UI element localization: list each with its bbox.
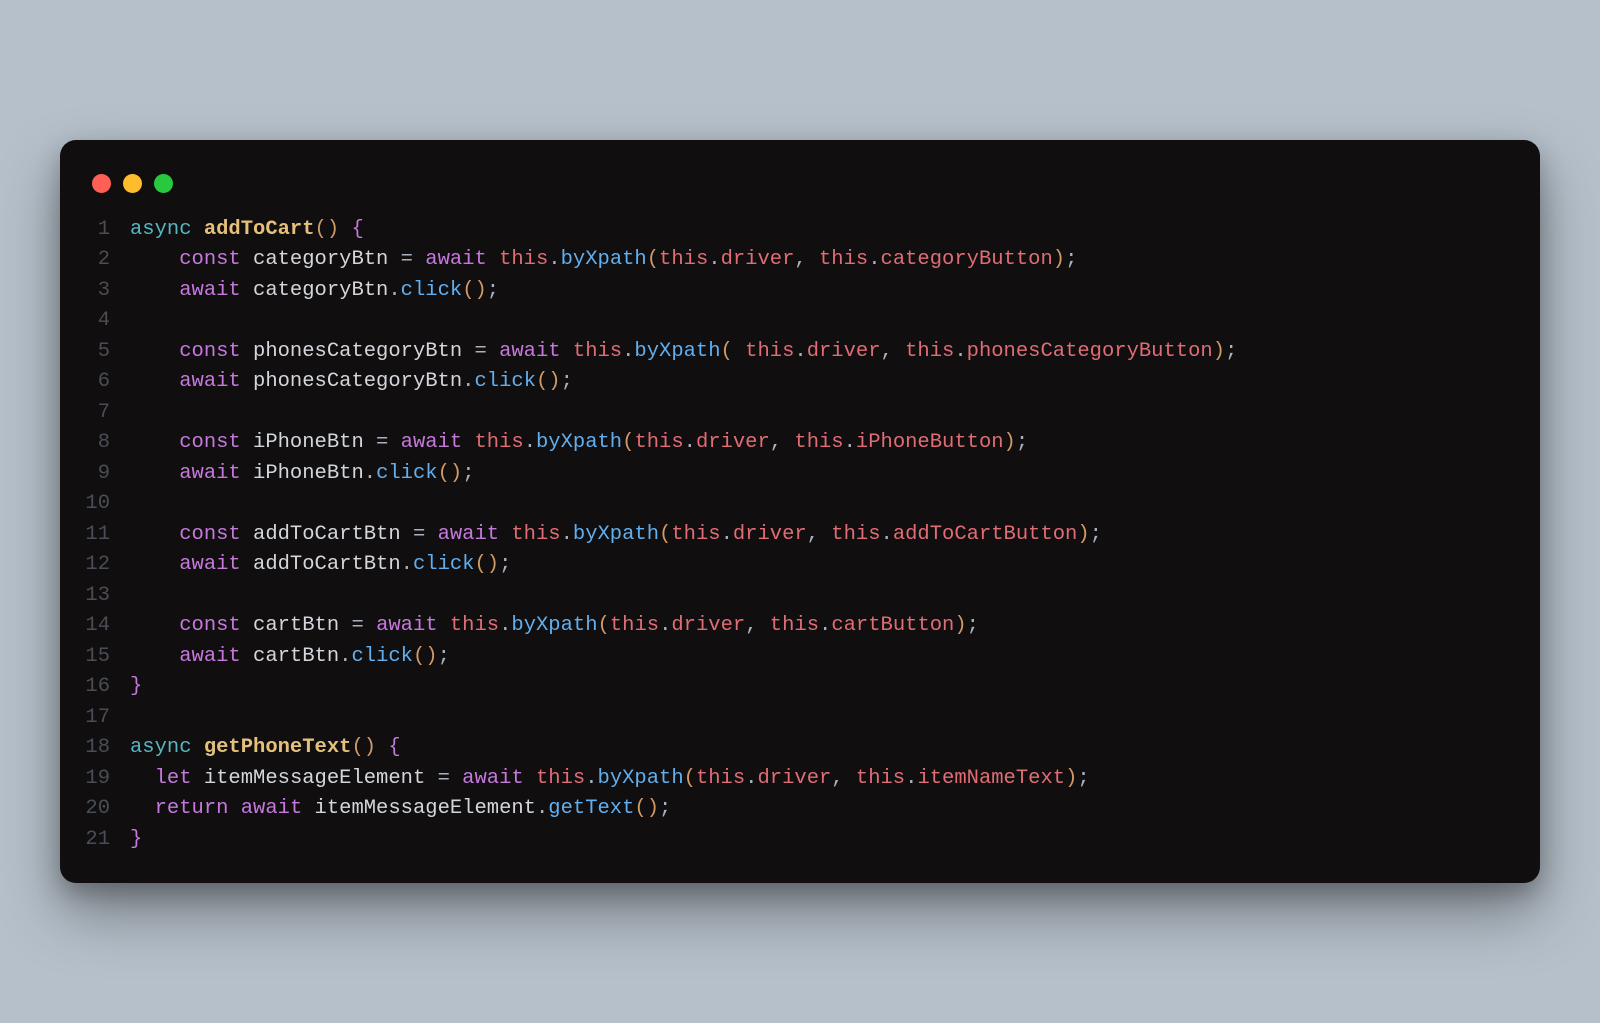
- code-line[interactable]: 13: [84, 581, 1516, 612]
- line-number: 18: [84, 733, 130, 764]
- line-number: 10: [84, 489, 130, 520]
- line-content[interactable]: await addToCartBtn.click();: [130, 550, 1516, 581]
- code-line[interactable]: 2 const categoryBtn = await this.byXpath…: [84, 245, 1516, 276]
- window-controls: [84, 170, 1516, 215]
- code-line[interactable]: 14 const cartBtn = await this.byXpath(th…: [84, 611, 1516, 642]
- line-content[interactable]: return await itemMessageElement.getText(…: [130, 794, 1516, 825]
- line-content[interactable]: [130, 398, 1516, 429]
- code-line[interactable]: 7: [84, 398, 1516, 429]
- code-line[interactable]: 21}: [84, 825, 1516, 856]
- close-icon[interactable]: [92, 174, 111, 193]
- line-content[interactable]: }: [130, 672, 1516, 703]
- line-number: 6: [84, 367, 130, 398]
- line-content[interactable]: const phonesCategoryBtn = await this.byX…: [130, 337, 1516, 368]
- line-number: 8: [84, 428, 130, 459]
- line-content[interactable]: const iPhoneBtn = await this.byXpath(thi…: [130, 428, 1516, 459]
- line-number: 16: [84, 672, 130, 703]
- line-number: 19: [84, 764, 130, 795]
- line-content[interactable]: const addToCartBtn = await this.byXpath(…: [130, 520, 1516, 551]
- line-content[interactable]: [130, 581, 1516, 612]
- code-line[interactable]: 10: [84, 489, 1516, 520]
- line-number: 7: [84, 398, 130, 429]
- line-content[interactable]: await cartBtn.click();: [130, 642, 1516, 673]
- zoom-icon[interactable]: [154, 174, 173, 193]
- line-number: 20: [84, 794, 130, 825]
- code-line[interactable]: 6 await phonesCategoryBtn.click();: [84, 367, 1516, 398]
- code-line[interactable]: 1async addToCart() {: [84, 215, 1516, 246]
- code-line[interactable]: 8 const iPhoneBtn = await this.byXpath(t…: [84, 428, 1516, 459]
- code-line[interactable]: 18async getPhoneText() {: [84, 733, 1516, 764]
- line-content[interactable]: [130, 489, 1516, 520]
- line-number: 17: [84, 703, 130, 734]
- code-window: 1async addToCart() {2 const categoryBtn …: [60, 140, 1540, 884]
- line-content[interactable]: await categoryBtn.click();: [130, 276, 1516, 307]
- line-content[interactable]: [130, 703, 1516, 734]
- line-number: 11: [84, 520, 130, 551]
- line-number: 9: [84, 459, 130, 490]
- code-line[interactable]: 17: [84, 703, 1516, 734]
- line-content[interactable]: await phonesCategoryBtn.click();: [130, 367, 1516, 398]
- line-content[interactable]: async getPhoneText() {: [130, 733, 1516, 764]
- line-number: 2: [84, 245, 130, 276]
- code-line[interactable]: 5 const phonesCategoryBtn = await this.b…: [84, 337, 1516, 368]
- code-line[interactable]: 9 await iPhoneBtn.click();: [84, 459, 1516, 490]
- code-line[interactable]: 20 return await itemMessageElement.getTe…: [84, 794, 1516, 825]
- line-content[interactable]: await iPhoneBtn.click();: [130, 459, 1516, 490]
- line-number: 15: [84, 642, 130, 673]
- line-number: 4: [84, 306, 130, 337]
- code-line[interactable]: 12 await addToCartBtn.click();: [84, 550, 1516, 581]
- line-content[interactable]: }: [130, 825, 1516, 856]
- line-content[interactable]: const cartBtn = await this.byXpath(this.…: [130, 611, 1516, 642]
- line-content[interactable]: const categoryBtn = await this.byXpath(t…: [130, 245, 1516, 276]
- code-line[interactable]: 15 await cartBtn.click();: [84, 642, 1516, 673]
- code-line[interactable]: 19 let itemMessageElement = await this.b…: [84, 764, 1516, 795]
- code-line[interactable]: 11 const addToCartBtn = await this.byXpa…: [84, 520, 1516, 551]
- line-number: 12: [84, 550, 130, 581]
- code-editor[interactable]: 1async addToCart() {2 const categoryBtn …: [84, 215, 1516, 856]
- code-line[interactable]: 4: [84, 306, 1516, 337]
- line-content[interactable]: [130, 306, 1516, 337]
- minimize-icon[interactable]: [123, 174, 142, 193]
- code-line[interactable]: 16}: [84, 672, 1516, 703]
- line-content[interactable]: async addToCart() {: [130, 215, 1516, 246]
- line-number: 14: [84, 611, 130, 642]
- line-number: 5: [84, 337, 130, 368]
- line-number: 21: [84, 825, 130, 856]
- line-number: 1: [84, 215, 130, 246]
- line-number: 3: [84, 276, 130, 307]
- code-line[interactable]: 3 await categoryBtn.click();: [84, 276, 1516, 307]
- line-number: 13: [84, 581, 130, 612]
- line-content[interactable]: let itemMessageElement = await this.byXp…: [130, 764, 1516, 795]
